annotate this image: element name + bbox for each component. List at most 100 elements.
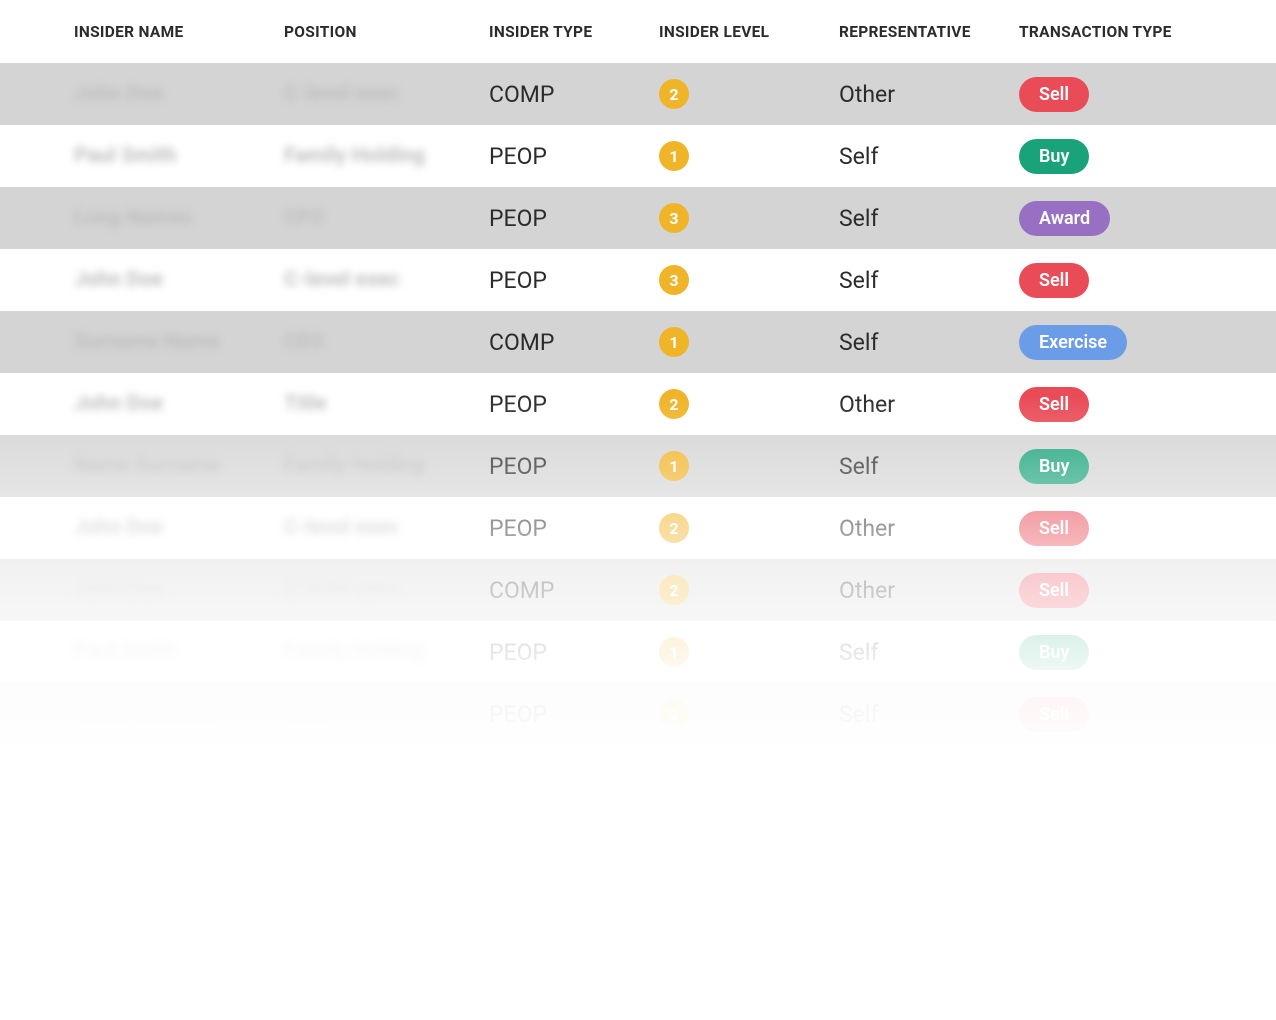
- cell-insider-name-blurred: Paul Smith: [74, 144, 284, 168]
- cell-position-blurred: Family Holding: [284, 454, 489, 478]
- cell-transaction-type: Sell: [1019, 77, 1224, 112]
- cell-representative: Self: [839, 205, 1019, 232]
- cell-representative: Self: [839, 267, 1019, 294]
- level-badge: 3: [659, 203, 689, 233]
- cell-position-blurred: CEO: [284, 330, 489, 354]
- cell-transaction-type: Sell: [1019, 387, 1224, 422]
- col-header-insider-level[interactable]: INSIDER LEVEL: [659, 23, 839, 41]
- col-header-insider-type[interactable]: INSIDER TYPE: [489, 23, 659, 41]
- table-row[interactable]: Name SurnameTitlePEOP2SelfSell: [0, 683, 1276, 745]
- cell-insider-level: 1: [659, 141, 839, 171]
- cell-transaction-type: Buy: [1019, 635, 1224, 670]
- cell-transaction-type: Sell: [1019, 263, 1224, 298]
- cell-insider-name-blurred: Name Surname: [74, 454, 284, 478]
- cell-position-blurred: C-level exec: [284, 268, 489, 292]
- cell-insider-type: PEOP: [489, 639, 659, 666]
- cell-insider-level: 2: [659, 513, 839, 543]
- table-row[interactable]: John DoeC-level execPEOP2OtherSell: [0, 497, 1276, 559]
- cell-insider-type: PEOP: [489, 515, 659, 542]
- cell-insider-level: 3: [659, 203, 839, 233]
- cell-position-blurred: Title: [284, 392, 489, 416]
- transaction-badge-sell: Sell: [1019, 511, 1089, 546]
- table-row[interactable]: Paul SmithFamily HoldingPEOP1 SelfBuy: [0, 621, 1276, 683]
- col-header-transaction-type[interactable]: TRANSACTION TYPE: [1019, 23, 1224, 41]
- cell-insider-type: PEOP: [489, 267, 659, 294]
- cell-position-blurred: C-level exec: [284, 82, 489, 106]
- cell-insider-level: 1: [659, 637, 839, 667]
- transaction-badge-sell: Sell: [1019, 573, 1089, 608]
- col-header-representative[interactable]: REPRESENTATIVE: [839, 23, 1019, 41]
- cell-insider-level: 2: [659, 79, 839, 109]
- cell-transaction-type: Exercise: [1019, 325, 1224, 360]
- level-badge: 2: [659, 79, 689, 109]
- cell-insider-level: 1: [659, 327, 839, 357]
- cell-insider-type: PEOP: [489, 701, 659, 728]
- level-badge: 1: [659, 141, 689, 171]
- level-badge: 2: [659, 575, 689, 605]
- cell-insider-type: PEOP: [489, 143, 659, 170]
- col-header-position[interactable]: POSITION: [284, 23, 489, 41]
- cell-insider-name-blurred: John Doe: [74, 268, 284, 292]
- table-row[interactable]: Long NamesCFOPEOP3 SelfAward: [0, 187, 1276, 249]
- cell-transaction-type: Award: [1019, 201, 1224, 236]
- cell-transaction-type: Sell: [1019, 511, 1224, 546]
- cell-insider-type: COMP: [489, 329, 659, 356]
- cell-insider-name-blurred: Long Names: [74, 206, 284, 230]
- cell-insider-name-blurred: Paul Smith: [74, 640, 284, 664]
- transaction-badge-sell: Sell: [1019, 387, 1089, 422]
- cell-representative: Self: [839, 329, 1019, 356]
- cell-insider-name-blurred: John Doe: [74, 516, 284, 540]
- transaction-badge-sell: Sell: [1019, 697, 1089, 732]
- table-row[interactable]: Paul SmithFamily HoldingPEOP1 SelfBuy: [0, 125, 1276, 187]
- cell-position-blurred: C-level exec: [284, 578, 489, 602]
- col-header-insider-name[interactable]: INSIDER NAME: [74, 23, 284, 41]
- transaction-badge-award: Award: [1019, 201, 1110, 236]
- transaction-badge-sell: Sell: [1019, 263, 1089, 298]
- transaction-badge-buy: Buy: [1019, 449, 1089, 484]
- cell-representative: Self: [839, 453, 1019, 480]
- table-row[interactable]: John DoeC-level execCOMP2OtherSell: [0, 559, 1276, 621]
- transaction-badge-exercise: Exercise: [1019, 325, 1127, 360]
- cell-position-blurred: CFO: [284, 206, 489, 230]
- cell-representative: Other: [839, 515, 1019, 542]
- transaction-badge-buy: Buy: [1019, 635, 1089, 670]
- cell-position-blurred: Family Holding: [284, 640, 489, 664]
- table-row[interactable]: Surname NameCEOCOMP1 SelfExercise: [0, 311, 1276, 373]
- cell-insider-level: 3: [659, 265, 839, 295]
- cell-insider-level: 2: [659, 389, 839, 419]
- table-header-row: INSIDER NAME POSITION INSIDER TYPE INSID…: [0, 0, 1276, 63]
- cell-insider-name-blurred: Name Surname: [74, 702, 284, 726]
- cell-transaction-type: Buy: [1019, 139, 1224, 174]
- table-row[interactable]: Name SurnameFamily HoldingPEOP1 SelfBuy: [0, 435, 1276, 497]
- insider-table: INSIDER NAME POSITION INSIDER TYPE INSID…: [0, 0, 1276, 745]
- cell-transaction-type: Sell: [1019, 573, 1224, 608]
- transaction-badge-buy: Buy: [1019, 139, 1089, 174]
- cell-insider-name-blurred: John Doe: [74, 82, 284, 106]
- level-badge: 1: [659, 451, 689, 481]
- cell-insider-name-blurred: John Doe: [74, 392, 284, 416]
- cell-insider-type: PEOP: [489, 391, 659, 418]
- table-row[interactable]: John DoeC-level execPEOP3 SelfSell: [0, 249, 1276, 311]
- cell-insider-type: PEOP: [489, 453, 659, 480]
- cell-representative: Other: [839, 391, 1019, 418]
- cell-representative: Self: [839, 639, 1019, 666]
- level-badge: 1: [659, 327, 689, 357]
- level-badge: 1: [659, 637, 689, 667]
- table-row[interactable]: John DoeC-level execCOMP2OtherSell: [0, 63, 1276, 125]
- level-badge: 2: [659, 513, 689, 543]
- cell-position-blurred: Family Holding: [284, 144, 489, 168]
- cell-representative: Other: [839, 577, 1019, 604]
- cell-insider-level: 2: [659, 699, 839, 729]
- cell-position-blurred: Title: [284, 702, 489, 726]
- cell-insider-level: 2: [659, 575, 839, 605]
- cell-insider-type: PEOP: [489, 205, 659, 232]
- cell-insider-type: COMP: [489, 81, 659, 108]
- cell-insider-type: COMP: [489, 577, 659, 604]
- cell-representative: Self: [839, 143, 1019, 170]
- level-badge: 3: [659, 265, 689, 295]
- table-row[interactable]: John DoeTitlePEOP2OtherSell: [0, 373, 1276, 435]
- cell-transaction-type: Sell: [1019, 697, 1224, 732]
- cell-insider-level: 1: [659, 451, 839, 481]
- transaction-badge-sell: Sell: [1019, 77, 1089, 112]
- cell-insider-name-blurred: Surname Name: [74, 330, 284, 354]
